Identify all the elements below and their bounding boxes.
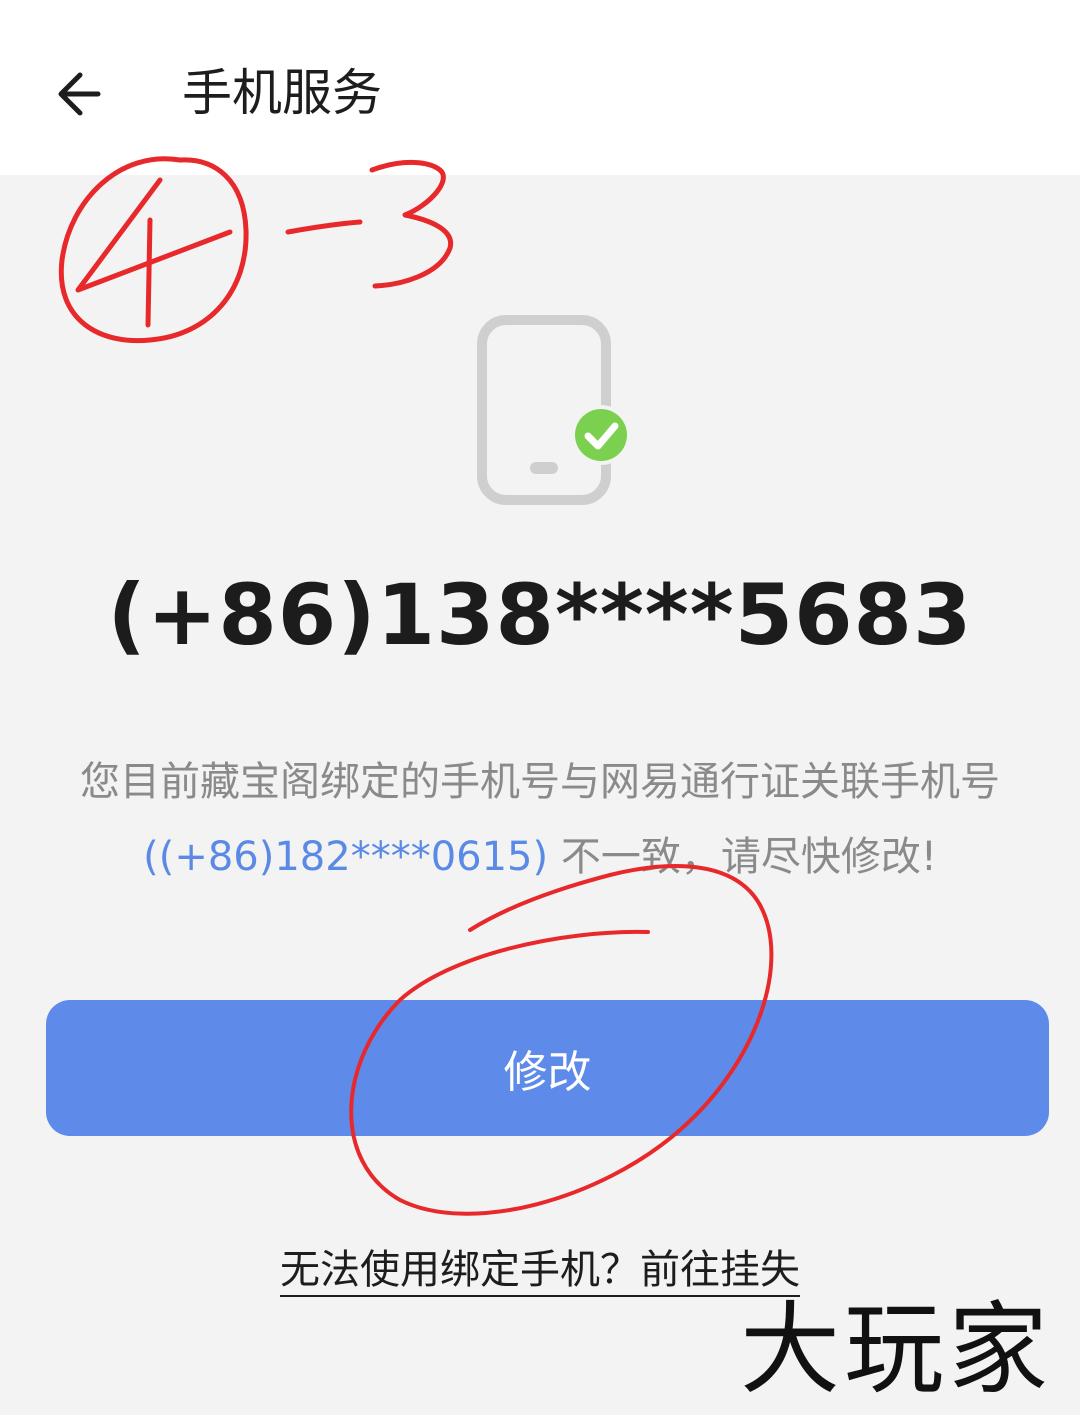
arrow-left-icon <box>58 72 101 116</box>
report-loss-link[interactable]: 无法使用绑定手机？前往挂失 <box>280 1247 800 1297</box>
annotation-three <box>369 159 454 289</box>
top-bar: 手机服务 <box>0 0 1080 175</box>
annotation-circle-four <box>58 156 249 344</box>
modify-button[interactable]: 修改 <box>46 1000 1049 1136</box>
notice-text-after: 不一致，请尽快修改! <box>560 834 937 880</box>
bound-phone-number: (+86)138****5683 <box>107 566 973 664</box>
handwritten-annotation <box>58 156 774 1216</box>
annotation-four-stroke-a <box>75 177 233 293</box>
back-button[interactable] <box>48 58 120 130</box>
phone-verified-icon <box>477 315 631 505</box>
watermark: 大玩家 <box>740 1291 1052 1408</box>
page-title: 手机服务 <box>182 64 382 122</box>
mismatch-notice: 您目前藏宝阁绑定的手机号与网易通行证关联手机号 ((+86)182****061… <box>40 745 1040 895</box>
annotation-dash <box>285 219 363 235</box>
linked-phone-number: ((+86)182****0615) <box>143 834 549 880</box>
annotation-four-stroke-b <box>145 217 153 328</box>
notice-text: 您目前藏宝阁绑定的手机号与网易通行证关联手机号 <box>80 759 1000 805</box>
